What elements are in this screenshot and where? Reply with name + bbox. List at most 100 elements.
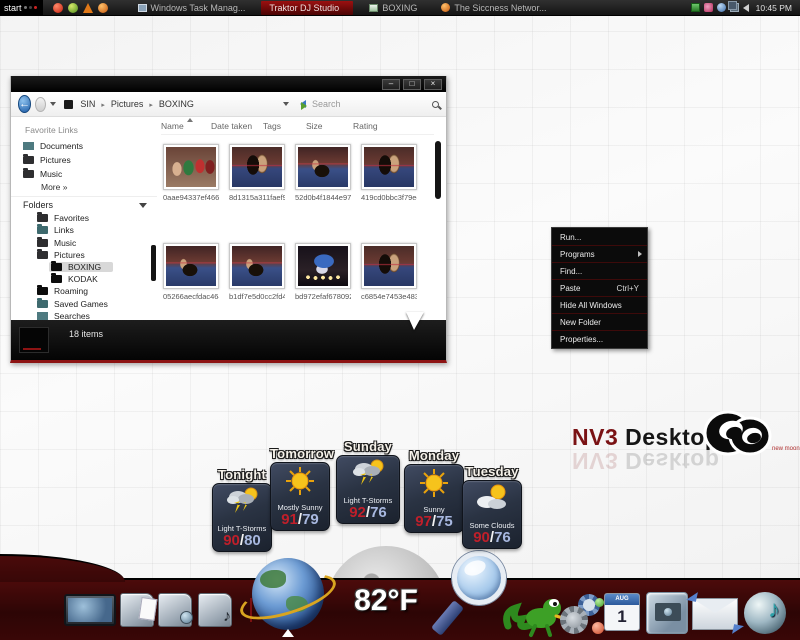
vlc-cone-icon[interactable] — [82, 2, 93, 13]
breadcrumb-boxing[interactable]: BOXING — [146, 99, 197, 109]
dock-computer-icon[interactable] — [64, 594, 116, 626]
folder-icon — [51, 261, 62, 272]
sun-icon — [420, 469, 448, 497]
dock-documents-folder-icon[interactable] — [120, 593, 158, 627]
dock-search-magnifier-icon[interactable] — [452, 551, 506, 605]
column-size[interactable]: Size — [306, 118, 353, 134]
weather-temps: 90/80 — [223, 532, 261, 549]
tray-network-globe-icon[interactable] — [716, 3, 726, 12]
tree-item-boxing-selected[interactable]: BOXING — [49, 261, 113, 273]
file-item[interactable]: 05266aecfdac464... — [163, 243, 219, 301]
search-icon[interactable] — [432, 100, 439, 108]
tray-volume-mixer-icon[interactable] — [703, 3, 713, 12]
back-button[interactable] — [18, 95, 32, 113]
weather-temps: 90/76 — [473, 529, 511, 546]
tree-item-searches[interactable]: Searches — [37, 311, 157, 320]
dock-gecko-mascot-icon[interactable] — [502, 594, 564, 638]
file-item[interactable]: 52d0b4f1844e97f... — [295, 144, 351, 202]
weather-day-tonight[interactable]: Tonight Light T-Storms 90/80 — [212, 467, 272, 552]
start-dot-icon — [33, 6, 37, 9]
address-dropdown-icon[interactable] — [282, 102, 289, 106]
taskbar-item-siccness[interactable]: The Siccness Networ... — [433, 1, 554, 15]
file-item[interactable]: c6854e7453e4838... — [361, 243, 417, 301]
sun-icon — [286, 467, 314, 495]
dock-media-sphere-icon[interactable]: ♪ — [744, 592, 786, 634]
forward-button[interactable] — [35, 96, 47, 112]
tree-item-favorites[interactable]: Favorites — [37, 212, 157, 224]
document-icon — [23, 141, 34, 150]
file-item[interactable]: 419cd0bbc3f79ed... — [361, 144, 417, 202]
file-item[interactable]: 0aae94337ef466d... — [163, 144, 219, 202]
search-input[interactable] — [312, 99, 432, 109]
dock-settings-gears-icon[interactable] — [560, 594, 606, 636]
weather-day-tuesday[interactable]: Tuesday Some Clouds 90/76 — [462, 464, 522, 549]
dock-recycle-cube-icon[interactable] — [646, 592, 688, 634]
nv3-desktop-branding: NV3 Desktop new moon NV3 Desktop — [572, 410, 800, 474]
folder-icon — [23, 167, 34, 178]
column-tags[interactable]: Tags — [263, 118, 306, 134]
file-row: 05266aecfdac464... b1df7e5d0cc2fd4... bd… — [163, 243, 417, 301]
breadcrumb-pictures[interactable]: Pictures — [98, 99, 146, 109]
taskbar-item-boxing[interactable]: BOXING — [361, 1, 425, 15]
more-link[interactable]: More » — [41, 182, 157, 192]
arrow-icon — [732, 624, 744, 636]
title-bar[interactable] — [11, 76, 446, 92]
aim-icon[interactable] — [52, 2, 63, 13]
refresh-icon[interactable] — [299, 98, 308, 111]
taskbar-item-task-manager[interactable]: Windows Task Manag... — [130, 1, 254, 15]
weather-day-monday[interactable]: Monday Sunny 97/75 — [404, 448, 464, 533]
weather-temps: 92/76 — [349, 504, 387, 521]
limewire-icon[interactable] — [67, 2, 78, 13]
file-item[interactable]: 8d1315a311faef9... — [229, 144, 285, 202]
history-dropdown-icon[interactable] — [50, 102, 57, 106]
file-item[interactable]: bd972efaf678092... — [295, 243, 351, 301]
tray-app-icon[interactable] — [690, 3, 700, 12]
sidebar-item-pictures[interactable]: Pictures — [23, 153, 157, 165]
chevron-down-icon[interactable] — [139, 202, 147, 208]
weather-day-tomorrow[interactable]: Tomorrow Mostly Sunny 91/79 — [270, 446, 334, 531]
tree-item-pictures[interactable]: Pictures — [37, 248, 157, 261]
dock-music-folder-icon[interactable]: ♪ — [198, 593, 232, 627]
breadcrumb-root[interactable]: SIN — [77, 99, 98, 109]
tray-display-icon[interactable] — [727, 1, 739, 12]
tree-item-music[interactable]: Music — [37, 236, 157, 248]
clock[interactable]: 10:45 PM — [753, 3, 795, 13]
menu-item-programs[interactable]: Programs — [552, 246, 647, 263]
start-button[interactable]: start — [0, 0, 43, 16]
column-date-taken[interactable]: Date taken — [211, 118, 263, 134]
speaker-icon[interactable] — [742, 4, 749, 12]
dock-mail-icon[interactable] — [686, 590, 744, 636]
folders-header[interactable]: Folders — [23, 200, 53, 210]
firefox-icon[interactable] — [97, 2, 108, 13]
tree-item-roaming[interactable]: Roaming — [37, 285, 157, 297]
sidebar-item-documents[interactable]: Documents — [23, 140, 157, 151]
task-label: BOXING — [382, 2, 418, 13]
weather-temps: 97/75 — [415, 513, 453, 530]
menu-item-run[interactable]: Run... — [552, 229, 647, 246]
tree-item-links[interactable]: Links — [37, 224, 157, 236]
column-rating[interactable]: Rating — [353, 118, 403, 134]
folder-preview-icon — [19, 327, 49, 353]
menu-item-hide-all-windows[interactable]: Hide All Windows — [552, 297, 647, 314]
dock-pictures-folder-icon[interactable] — [158, 593, 193, 627]
close-button[interactable] — [424, 78, 442, 90]
menu-item-new-folder[interactable]: New Folder — [552, 314, 647, 331]
sidebar-item-music[interactable]: Music — [23, 167, 157, 179]
minimize-button[interactable] — [382, 78, 400, 90]
tree-item-saved-games[interactable]: Saved Games — [37, 297, 157, 309]
file-list-scrollbar[interactable] — [435, 141, 441, 199]
weather-day-sunday[interactable]: Sunday Light T-Storms 92/76 — [336, 439, 400, 524]
maximize-button[interactable] — [403, 78, 421, 90]
file-item[interactable]: b1df7e5d0cc2fd4... — [229, 243, 285, 301]
taskbar-item-traktor[interactable]: Traktor DJ Studio — [261, 0, 354, 15]
photo-thumbnail — [361, 243, 417, 289]
sidebar-scrollbar[interactable] — [151, 245, 156, 281]
menu-item-properties[interactable]: Properties... — [552, 331, 647, 347]
tree-item-kodak[interactable]: KODAK — [51, 273, 157, 285]
dock-calendar-icon[interactable]: AUG 1 — [604, 593, 640, 631]
sidebar: Favorite Links Documents Pictures Music … — [11, 117, 157, 320]
menu-item-paste[interactable]: Ctrl+Y Paste — [552, 280, 647, 297]
mouse-cursor — [406, 312, 424, 330]
menu-item-find[interactable]: Find... — [552, 263, 647, 280]
column-name[interactable]: Name — [161, 118, 211, 134]
